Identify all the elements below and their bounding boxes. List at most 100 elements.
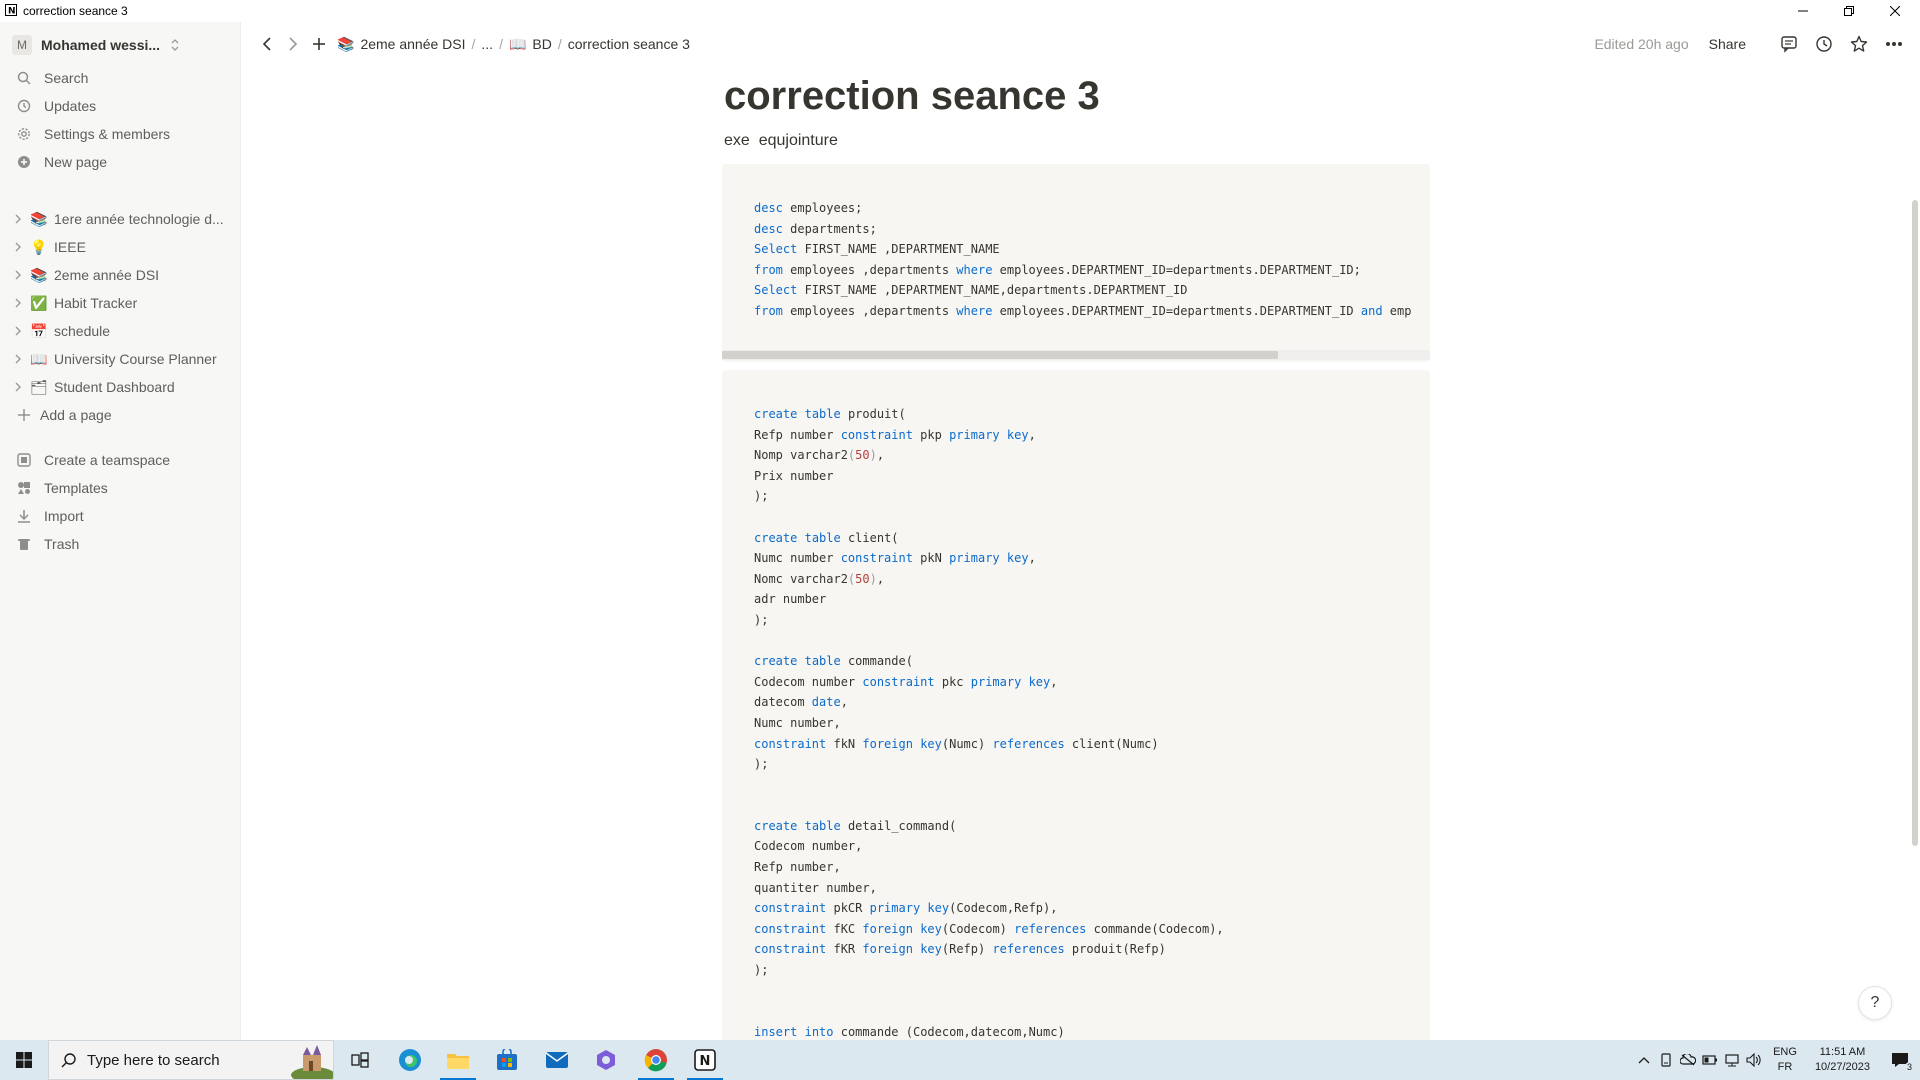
- code-line: );: [754, 757, 769, 772]
- history-icon[interactable]: [1810, 30, 1838, 58]
- volume-icon[interactable]: [1743, 1040, 1765, 1080]
- code-line: Prix number: [754, 468, 834, 483]
- workspace-switcher[interactable]: M Mohamed wessi...: [12, 32, 180, 58]
- scrollbar-thumb[interactable]: [1912, 200, 1918, 846]
- sidebar-item-label: Settings & members: [44, 126, 171, 142]
- taskbar-notion[interactable]: N: [681, 1040, 729, 1080]
- more-options-icon[interactable]: [1880, 30, 1908, 58]
- taskbar-chrome[interactable]: [632, 1040, 680, 1080]
- input-language[interactable]: ENG FR: [1773, 1045, 1797, 1075]
- window-title-bar: N correction seance 3: [0, 0, 1920, 22]
- code-line: create table commande(: [754, 654, 913, 669]
- code-text: create table produit(Refp number constra…: [722, 370, 1430, 1040]
- store-icon: [497, 1049, 517, 1070]
- sidebar-item-create-teamspace[interactable]: Create a teamspace: [0, 446, 240, 474]
- chevron-right-icon[interactable]: [14, 270, 24, 280]
- trash-icon: [16, 536, 32, 552]
- help-button[interactable]: ?: [1858, 986, 1892, 1020]
- sidebar-page-1ere-annee[interactable]: 📚 1ere année technologie d...: [0, 205, 240, 233]
- sidebar-item-trash[interactable]: Trash: [0, 530, 240, 558]
- taskbar-search-box[interactable]: Type here to search: [48, 1040, 334, 1080]
- chevron-right-icon[interactable]: [14, 214, 24, 224]
- taskbar-file-explorer[interactable]: [434, 1040, 482, 1080]
- page-title[interactable]: correction seance 3: [724, 74, 1100, 119]
- comment-icon[interactable]: [1775, 30, 1803, 58]
- sidebar-add-page[interactable]: Add a page: [0, 401, 240, 429]
- onedrive-off-icon[interactable]: [1677, 1040, 1699, 1080]
- taskbar-store[interactable]: [483, 1040, 531, 1080]
- vertical-scrollbar[interactable]: [1910, 200, 1920, 846]
- chevron-right-icon[interactable]: [14, 326, 24, 336]
- text-block[interactable]: exe equjointure: [724, 132, 838, 150]
- taskbar-clock[interactable]: 11:51 AM 10/27/2023: [1815, 1045, 1870, 1075]
- taskbar-mail[interactable]: [533, 1040, 581, 1080]
- system-tray: ENG FR 11:51 AM 10/27/2023 3: [1633, 1040, 1920, 1080]
- code-line: from employees ,departments where employ…: [754, 262, 1361, 277]
- chevron-right-icon[interactable]: [14, 354, 24, 364]
- breadcrumb-item[interactable]: 2eme année DSI: [360, 36, 465, 52]
- taskbar-copilot[interactable]: [582, 1040, 630, 1080]
- chevron-up-icon[interactable]: [1633, 1040, 1655, 1080]
- import-icon: [16, 508, 32, 524]
- code-line: desc departments;: [754, 221, 877, 236]
- device-icon[interactable]: [1655, 1040, 1677, 1080]
- code-block[interactable]: desc employees; desc departments; Select F…: [722, 164, 1430, 362]
- share-button[interactable]: Share: [1709, 36, 1746, 52]
- battery-icon[interactable]: [1699, 1040, 1721, 1080]
- start-button[interactable]: [0, 1040, 48, 1080]
- sidebar-page-student-dashboard[interactable]: 🗂 Student Dashboard: [0, 373, 240, 401]
- mail-icon: [545, 1052, 569, 1068]
- code-line: insert into commande (Codecom,datecom,Nu…: [754, 1024, 1065, 1039]
- search-highlight-castle-icon: [291, 1045, 333, 1079]
- sidebar-item-label: Add a page: [40, 407, 112, 423]
- books-icon: 📚: [337, 35, 355, 52]
- horizontal-scrollbar[interactable]: [722, 350, 1430, 360]
- svg-text:N: N: [700, 1054, 711, 1069]
- sidebar-page-2eme-annee[interactable]: 📚 2eme année DSI: [0, 261, 240, 289]
- clock-icon: [16, 98, 32, 114]
- star-icon[interactable]: [1845, 30, 1873, 58]
- code-block[interactable]: create table produit(Refp number constra…: [722, 370, 1430, 1040]
- scrollbar-thumb[interactable]: [722, 351, 1278, 359]
- breadcrumb-item[interactable]: BD: [532, 36, 551, 52]
- close-window-button[interactable]: [1872, 0, 1918, 22]
- new-page-plus-button[interactable]: [307, 32, 331, 56]
- sidebar-page-schedule[interactable]: 📅 schedule: [0, 317, 240, 345]
- breadcrumb-item[interactable]: ...: [481, 36, 493, 52]
- chevron-right-icon[interactable]: [14, 298, 24, 308]
- code-line: constraint fKC foreign key(Codecom) refe…: [754, 921, 1224, 936]
- chevron-right-icon[interactable]: [14, 242, 24, 252]
- copilot-icon: [597, 1050, 615, 1070]
- task-view-button[interactable]: [336, 1040, 384, 1080]
- sidebar-item-import[interactable]: Import: [0, 502, 240, 530]
- checkbox-icon: ✅: [30, 294, 48, 311]
- clock-time: 11:51 AM: [1819, 1046, 1866, 1058]
- folder-icon: [447, 1054, 469, 1069]
- breadcrumb-separator: /: [499, 36, 503, 52]
- notification-center-button[interactable]: 3: [1880, 1040, 1920, 1080]
- lightbulb-icon: 💡: [30, 238, 48, 255]
- sidebar-item-label: Templates: [44, 480, 108, 496]
- sidebar-item-updates[interactable]: Updates: [0, 92, 240, 120]
- taskbar-edge[interactable]: [386, 1040, 434, 1080]
- notification-count: 3: [1904, 1062, 1914, 1072]
- chevron-right-icon[interactable]: [14, 382, 24, 392]
- breadcrumb-item[interactable]: correction seance 3: [568, 36, 690, 52]
- forward-button[interactable]: [281, 32, 305, 56]
- code-line: Codecom number,: [754, 839, 863, 854]
- sidebar-item-settings[interactable]: Settings & members: [0, 120, 240, 148]
- back-button[interactable]: [255, 32, 279, 56]
- minimize-button[interactable]: [1780, 0, 1826, 22]
- plus-circle-icon: [16, 154, 32, 170]
- code-line: Select FIRST_NAME ,DEPARTMENT_NAME: [754, 242, 1000, 257]
- sidebar-item-templates[interactable]: Templates: [0, 474, 240, 502]
- sidebar-page-course-planner[interactable]: 📖 University Course Planner: [0, 345, 240, 373]
- sidebar-item-new-page[interactable]: New page: [0, 148, 240, 176]
- lang-top: ENG: [1773, 1046, 1797, 1058]
- sidebar-item-search[interactable]: Search: [0, 64, 240, 92]
- breadcrumb: 📚 2eme année DSI / ... / 📖 BD / correcti…: [255, 22, 690, 66]
- sidebar-page-ieee[interactable]: 💡 IEEE: [0, 233, 240, 261]
- sidebar-page-habit-tracker[interactable]: ✅ Habit Tracker: [0, 289, 240, 317]
- restore-button[interactable]: [1826, 0, 1872, 22]
- network-icon[interactable]: [1721, 1040, 1743, 1080]
